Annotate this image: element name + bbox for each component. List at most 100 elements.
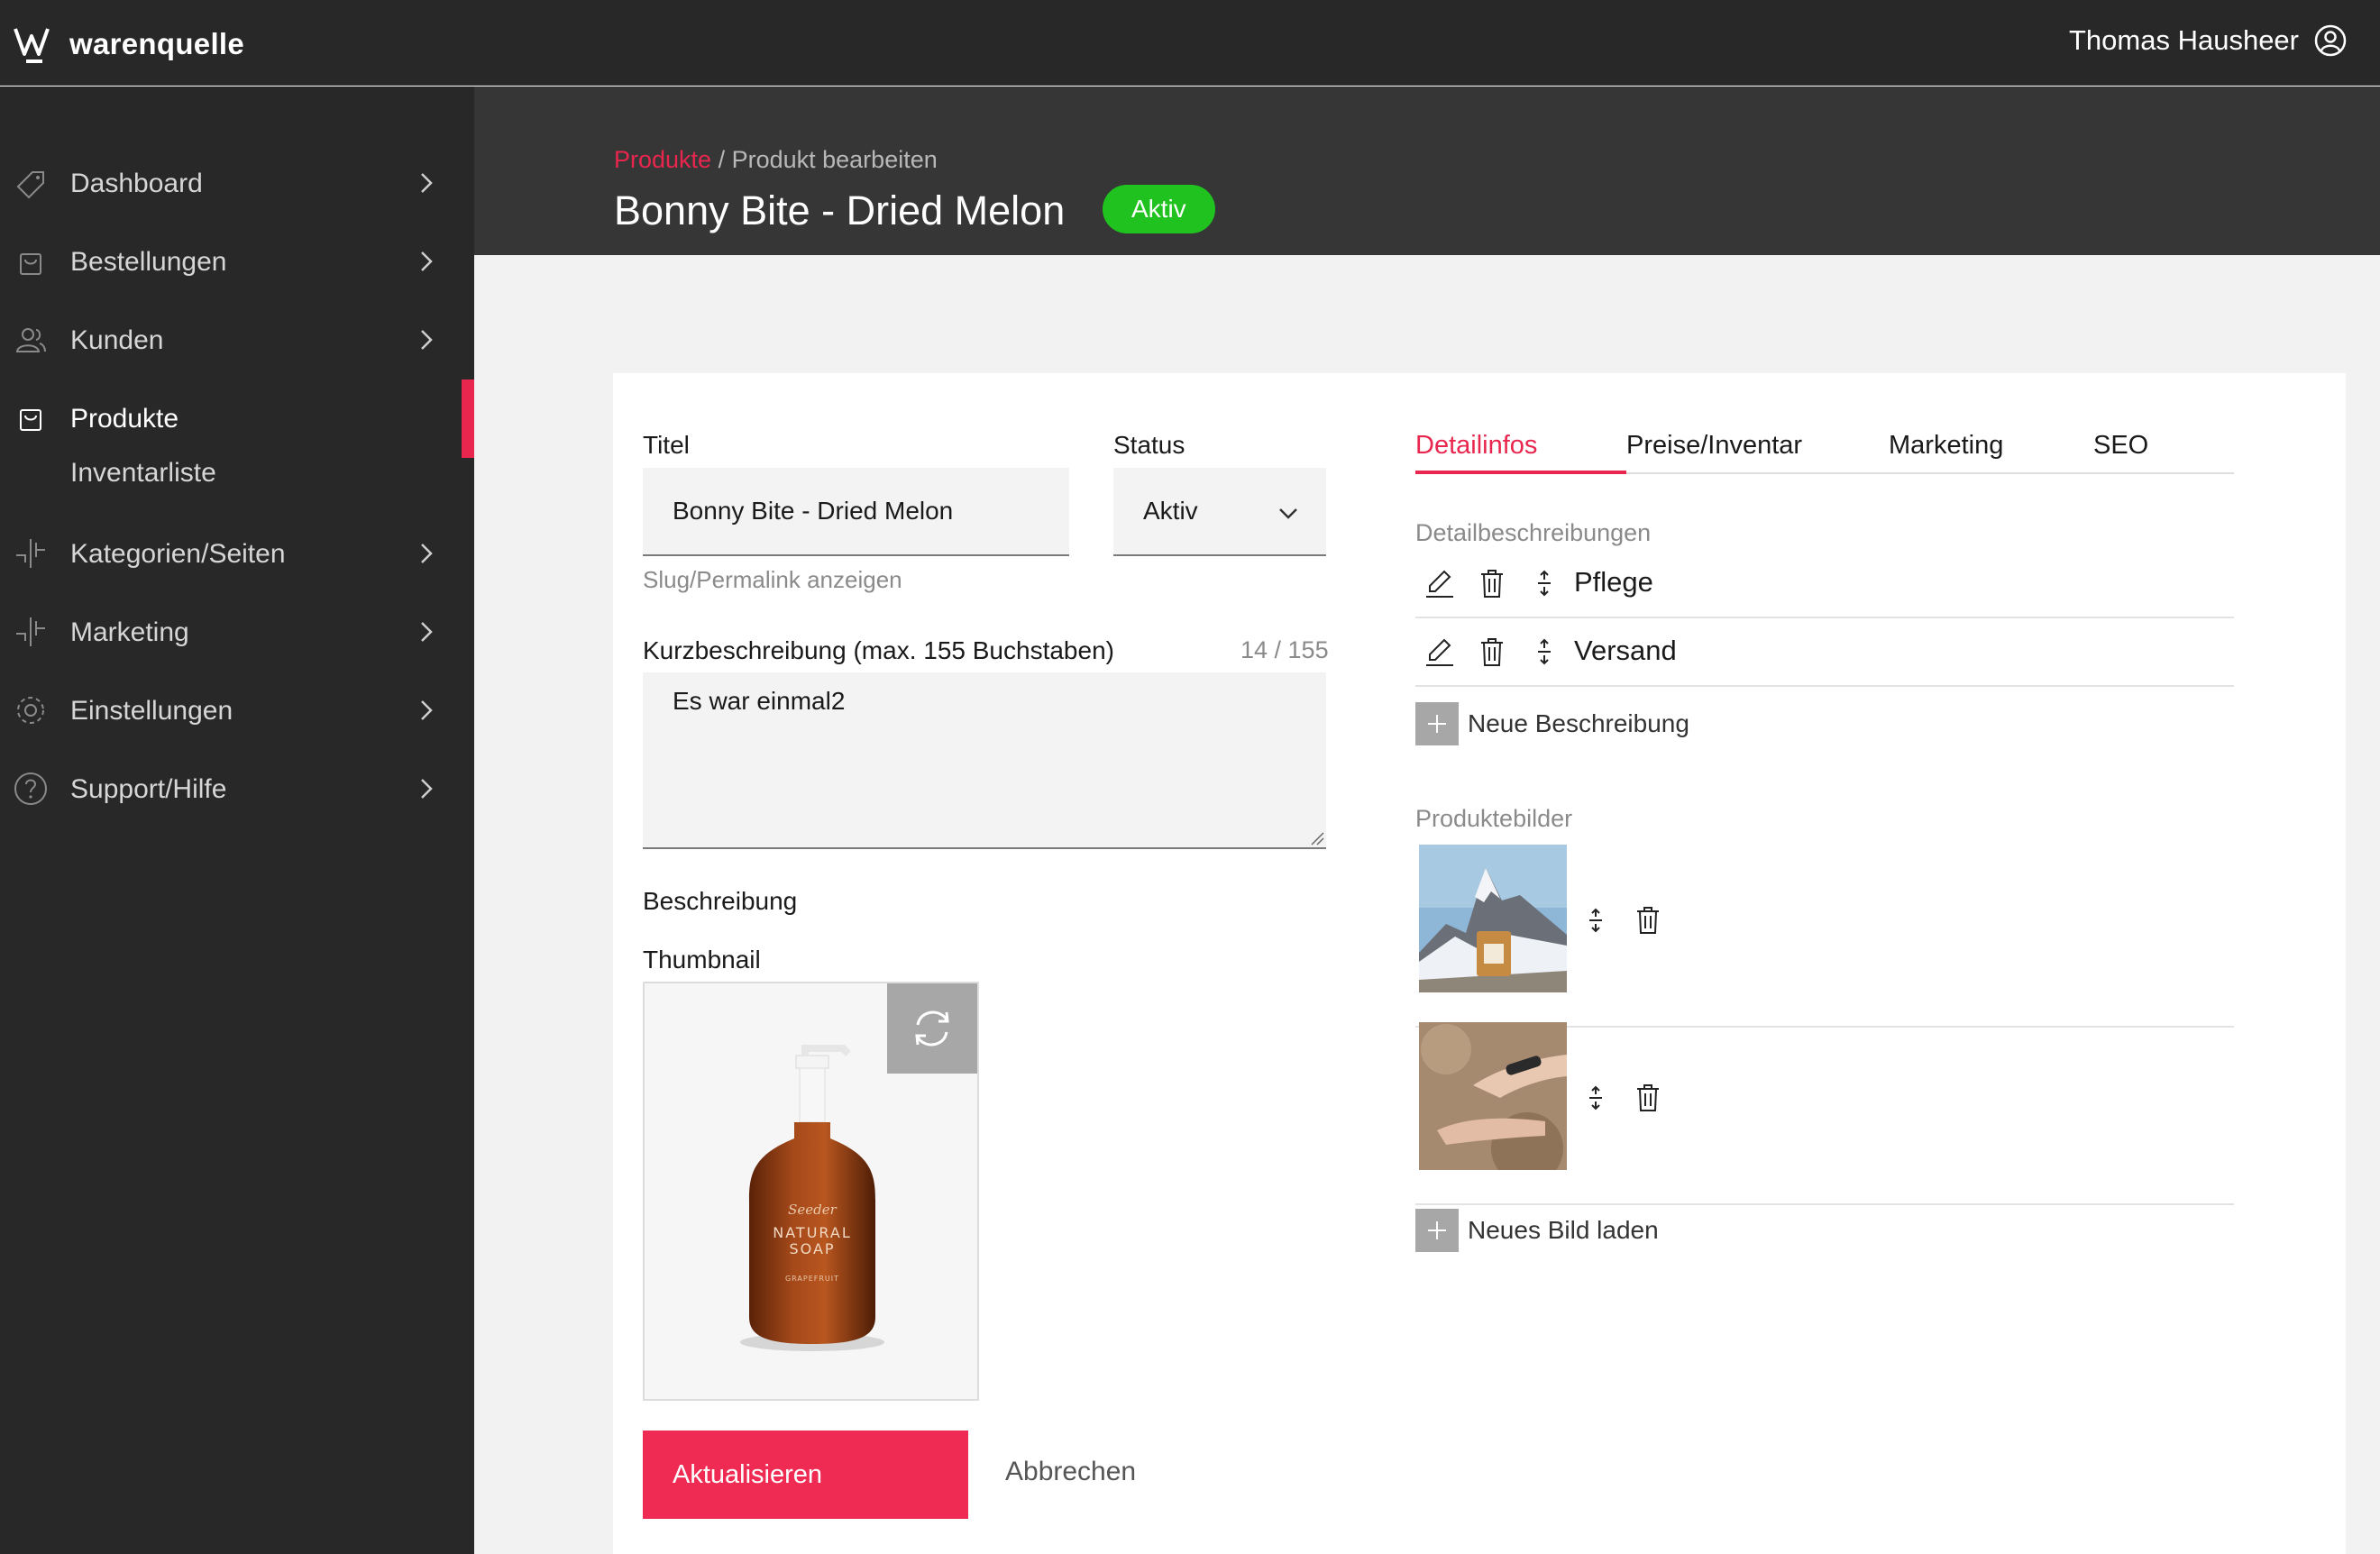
sidebar-item-support[interactable]: Support/Hilfe — [0, 750, 474, 828]
resize-handle-icon[interactable] — [1308, 829, 1324, 846]
list-item — [1415, 845, 2234, 1028]
brand-name: warenquelle — [69, 27, 245, 60]
chevron-right-icon — [421, 330, 433, 350]
product-image-thumbnail[interactable] — [1419, 1022, 1567, 1170]
shopping-bag-icon — [20, 253, 41, 275]
thumbnail-label: Thumbnail — [643, 946, 761, 974]
trash-icon[interactable] — [1632, 1082, 1664, 1114]
list-item: Versand — [1415, 618, 2234, 687]
user-account-icon — [2314, 24, 2347, 57]
chevron-right-icon — [421, 544, 433, 563]
brand-logo[interactable]: warenquelle — [14, 23, 244, 65]
bottle-line2-text: SOAP — [789, 1240, 835, 1257]
add-description-button[interactable]: Neue Beschreibung — [1415, 702, 1689, 745]
sidebar: Dashboard Bestellungen Kunden Produkte I… — [0, 87, 474, 1554]
short-description-label: Kurzbeschreibung (max. 155 Buchstaben) — [643, 636, 1114, 664]
description-title: Pflege — [1574, 566, 1653, 598]
page-title: Bonny Bite - Dried Melon — [614, 187, 1066, 233]
sidebar-item-produkte[interactable]: Produkte — [0, 379, 474, 458]
mountain-photo — [1419, 845, 1567, 992]
update-button[interactable]: Aktualisieren — [643, 1431, 968, 1519]
help-circle-icon — [14, 772, 47, 805]
plus-icon — [1415, 702, 1459, 745]
tab-preise-inventar[interactable]: Preise/Inventar — [1626, 431, 1802, 461]
sidebar-item-kategorien[interactable]: Kategorien/Seiten — [0, 515, 474, 593]
tab-bar: Detailinfos Preise/Inventar Marketing SE… — [1415, 431, 2234, 474]
reorder-icon[interactable] — [1527, 566, 1561, 600]
sidebar-subitem-inventarliste[interactable]: Inventarliste — [70, 458, 216, 489]
cancel-button[interactable]: Abbrechen — [1005, 1457, 1136, 1487]
chevron-right-icon — [421, 779, 433, 799]
chevron-right-icon — [421, 700, 433, 720]
active-tab-indicator — [1415, 471, 1626, 474]
sidebar-item-label: Support/Hilfe — [70, 773, 227, 804]
trash-icon[interactable] — [1475, 566, 1509, 600]
sidebar-item-einstellungen[interactable]: Einstellungen — [0, 672, 474, 750]
hands-photo — [1419, 1022, 1567, 1170]
thumbnail-image[interactable]: Seeder NATURAL SOAP GRAPEFRUIT — [643, 982, 979, 1401]
plus-icon — [1415, 1209, 1459, 1252]
character-counter: 14 / 155 — [1240, 636, 1329, 663]
status-badge: Aktiv — [1103, 185, 1215, 233]
details-section-label: Detailbeschreibungen — [1415, 519, 1652, 546]
tab-marketing[interactable]: Marketing — [1889, 431, 2003, 461]
title-input[interactable]: Bonny Bite - Dried Melon — [643, 468, 1069, 556]
title-input-value: Bonny Bite - Dried Melon — [673, 497, 954, 525]
list-item — [1415, 1022, 2234, 1205]
status-select[interactable]: Aktiv — [1113, 468, 1326, 556]
refresh-icon — [915, 1010, 949, 1047]
tag-icon — [16, 171, 44, 199]
add-description-label: Neue Beschreibung — [1468, 709, 1689, 737]
edit-icon[interactable] — [1423, 566, 1457, 600]
breadcrumb: Produkte / Produkt bearbeiten — [614, 146, 938, 174]
sidebar-item-marketing[interactable]: Marketing — [0, 593, 474, 672]
reorder-icon[interactable] — [1527, 635, 1561, 669]
description-title: Versand — [1574, 635, 1677, 666]
user-name: Thomas Hausheer — [2068, 24, 2299, 56]
sidebar-item-label: Kunden — [70, 325, 164, 355]
top-bar: warenquelle Thomas Hausheer — [0, 0, 2380, 86]
sidebar-item-kunden[interactable]: Kunden — [0, 301, 474, 379]
trash-icon[interactable] — [1475, 635, 1509, 669]
reorder-icon[interactable] — [1579, 904, 1612, 937]
replace-thumbnail-button[interactable] — [887, 983, 977, 1074]
user-menu[interactable]: Thomas Hausheer — [2069, 23, 2348, 58]
slug-link[interactable]: Slug/Permalink anzeigen — [643, 566, 902, 594]
product-bag-icon — [20, 409, 41, 431]
upload-image-button[interactable]: Neues Bild laden — [1415, 1209, 1659, 1252]
users-icon — [15, 328, 46, 352]
bottle-brand-text: Seeder — [788, 1202, 838, 1218]
gear-icon — [17, 697, 44, 724]
sidebar-item-label: Einstellungen — [70, 695, 233, 726]
tab-detailinfos[interactable]: Detailinfos — [1415, 431, 1537, 461]
status-label: Status — [1113, 431, 1185, 459]
breadcrumb-link-produkte[interactable]: Produkte — [614, 146, 711, 173]
sitemap-icon — [16, 617, 45, 646]
status-select-value: Aktiv — [1143, 497, 1198, 525]
title-label: Titel — [643, 431, 690, 459]
sidebar-item-label: Kategorien/Seiten — [70, 538, 286, 569]
product-image-thumbnail[interactable] — [1419, 845, 1567, 992]
tab-seo[interactable]: SEO — [2093, 431, 2148, 461]
page-header: Produkte / Produkt bearbeiten Bonny Bite… — [474, 87, 2380, 255]
reorder-icon[interactable] — [1579, 1082, 1612, 1114]
edit-icon[interactable] — [1423, 635, 1457, 669]
active-indicator — [462, 379, 474, 458]
logo-icon — [14, 28, 50, 63]
images-section-label: Produktebilder — [1415, 805, 1573, 832]
sidebar-item-bestellungen[interactable]: Bestellungen — [0, 223, 474, 301]
sidebar-item-label: Dashboard — [70, 168, 203, 198]
chevron-right-icon — [421, 173, 433, 193]
sitemap-icon — [16, 539, 45, 568]
short-description-value: Es war einmal2 — [673, 687, 846, 715]
chevron-down-icon — [1279, 508, 1297, 519]
sidebar-item-dashboard[interactable]: Dashboard — [0, 144, 474, 223]
description-label: Beschreibung — [643, 887, 798, 915]
short-description-textarea[interactable]: Es war einmal2 — [643, 672, 1326, 849]
sidebar-item-label: Produkte — [70, 403, 179, 434]
trash-icon[interactable] — [1632, 904, 1664, 937]
bottle-line1-text: NATURAL — [773, 1224, 851, 1241]
chevron-right-icon — [421, 622, 433, 642]
upload-image-label: Neues Bild laden — [1468, 1216, 1659, 1244]
breadcrumb-current: / Produkt bearbeiten — [711, 146, 938, 173]
